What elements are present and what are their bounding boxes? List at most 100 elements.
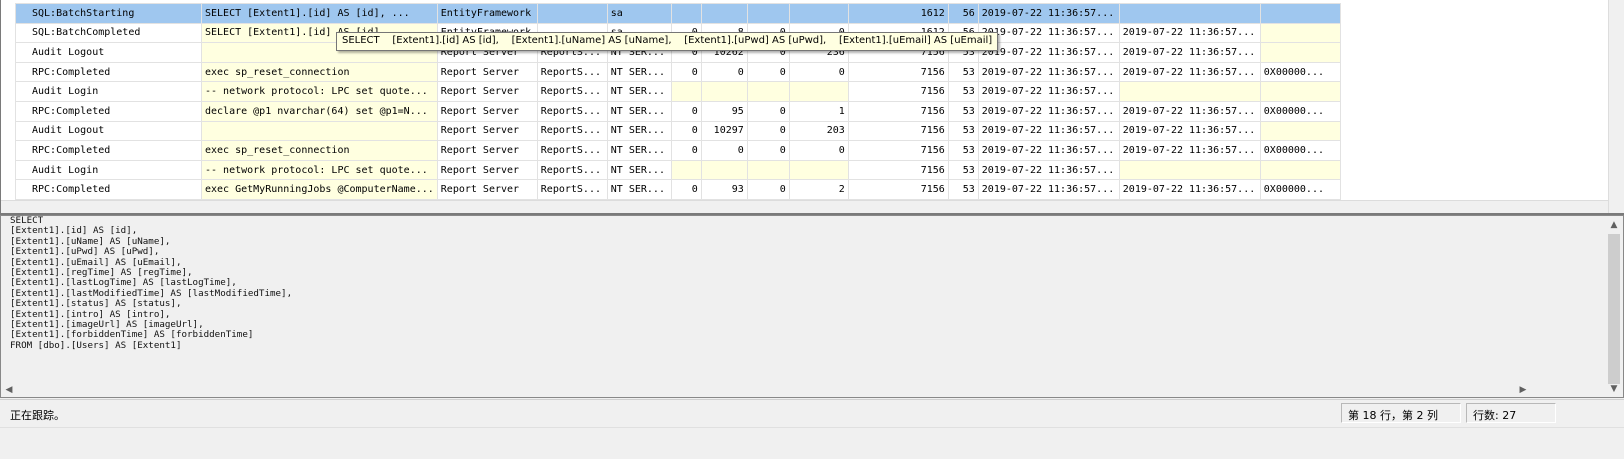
chevron-down-icon[interactable]: ▼: [1606, 381, 1622, 397]
table-row[interactable]: RPC:Completed exec GetMyRunningJobs @Comp…: [15, 179, 1341, 200]
table-cell-loginname[interactable]: NT SER...: [606, 100, 672, 122]
table-cell-cpu[interactable]: [670, 81, 702, 102]
table-cell-ntusername[interactable]: ReportS...: [536, 100, 608, 122]
table-cell-writes[interactable]: 0: [746, 179, 790, 200]
table-cell-starttime[interactable]: 2019-07-22 11:36:57...: [977, 42, 1120, 63]
table-cell-starttime[interactable]: 2019-07-22 11:36:57...: [977, 61, 1120, 83]
table-cell-reads[interactable]: 93: [700, 179, 748, 200]
table-cell-starttime[interactable]: 2019-07-22 11:36:57...: [977, 81, 1120, 102]
table-cell-cpu[interactable]: 0: [670, 179, 702, 200]
table-cell-ntusername[interactable]: ReportS...: [536, 140, 608, 161]
table-cell-ntusername[interactable]: ReportS...: [536, 120, 608, 142]
table-cell-applicationname[interactable]: Report Server: [436, 179, 538, 200]
table-cell-starttime[interactable]: 2019-07-22 11:36:57...: [977, 179, 1120, 200]
table-cell-eventclass[interactable]: RPC:Completed: [15, 179, 202, 200]
table-cell-duration[interactable]: 2: [788, 179, 849, 200]
table-cell-eventclass[interactable]: SQL:BatchCompleted: [15, 22, 202, 44]
table-cell-binarydata[interactable]: 0X00000...: [1259, 140, 1341, 161]
table-cell-textdata[interactable]: -- network protocol: LPC set quote...: [201, 81, 438, 102]
table-cell-binarydata[interactable]: [1259, 22, 1341, 44]
table-cell-reads[interactable]: 10297: [700, 120, 748, 142]
table-cell-applicationname[interactable]: Report Server: [436, 120, 538, 142]
table-cell-eventclass[interactable]: Audit Logout: [15, 42, 202, 63]
table-cell-duration[interactable]: 0: [788, 140, 849, 161]
table-cell-ntusername[interactable]: ReportS...: [536, 81, 608, 102]
table-cell-ntusername[interactable]: [536, 3, 608, 24]
table-row[interactable]: SQL:BatchStarting SELECT [Extent1].[id] A…: [15, 3, 1341, 24]
table-cell-endtime[interactable]: 2019-07-22 11:36:57...: [1118, 42, 1261, 63]
table-row[interactable]: RPC:Completed exec sp_reset_connection Rep…: [15, 140, 1341, 161]
table-cell-eventclass[interactable]: SQL:BatchStarting: [15, 3, 202, 24]
table-cell-eventclass[interactable]: Audit Login: [15, 81, 202, 102]
table-cell-writes[interactable]: [746, 3, 790, 24]
table-cell-spid[interactable]: 53: [947, 179, 979, 200]
table-cell-loginname[interactable]: sa: [606, 3, 672, 24]
table-cell-ntusername[interactable]: ReportS...: [536, 61, 608, 83]
table-cell-applicationname[interactable]: Report Server: [436, 159, 538, 181]
scrollbar-thumb[interactable]: [1608, 234, 1620, 384]
table-cell-clientprocessid[interactable]: 7156: [847, 179, 949, 200]
table-row[interactable]: RPC:Completed exec sp_reset_connection Rep…: [15, 61, 1341, 83]
table-cell-writes[interactable]: 0: [746, 140, 790, 161]
table-cell-spid[interactable]: 53: [947, 140, 979, 161]
table-cell-starttime[interactable]: 2019-07-22 11:36:57...: [977, 100, 1120, 122]
table-cell-textdata[interactable]: declare @p1 nvarchar(64) set @p1=N...: [201, 100, 438, 122]
table-cell-starttime[interactable]: 2019-07-22 11:36:57...: [977, 159, 1120, 181]
table-cell-spid[interactable]: 53: [947, 61, 979, 83]
table-row[interactable]: Audit Login -- network protocol: LPC set …: [15, 81, 1341, 102]
table-cell-clientprocessid[interactable]: 7156: [847, 61, 949, 83]
table-cell-applicationname[interactable]: Report Server: [436, 81, 538, 102]
table-cell-loginname[interactable]: NT SER...: [606, 140, 672, 161]
table-cell-eventclass[interactable]: RPC:Completed: [15, 61, 202, 83]
table-cell-eventclass[interactable]: Audit Login: [15, 159, 202, 181]
table-cell-binarydata[interactable]: [1259, 159, 1341, 181]
table-cell-loginname[interactable]: NT SER...: [606, 179, 672, 200]
table-cell-duration[interactable]: [788, 81, 849, 102]
table-cell-reads[interactable]: 95: [700, 100, 748, 122]
table-cell-eventclass[interactable]: Audit Logout: [15, 120, 202, 142]
table-cell-writes[interactable]: 0: [746, 100, 790, 122]
table-cell-binarydata[interactable]: [1259, 3, 1341, 24]
table-cell-writes[interactable]: [746, 159, 790, 181]
table-cell-textdata[interactable]: SELECT [Extent1].[id] AS [id], ...: [201, 3, 438, 24]
table-cell-spid[interactable]: 56: [947, 3, 979, 24]
table-cell-clientprocessid[interactable]: 7156: [847, 81, 949, 102]
table-cell-endtime[interactable]: 2019-07-22 11:36:57...: [1118, 22, 1261, 44]
chevron-up-icon[interactable]: ▲: [1606, 217, 1622, 233]
table-cell-reads[interactable]: [700, 81, 748, 102]
table-cell-endtime[interactable]: 2019-07-22 11:36:57...: [1118, 140, 1261, 161]
table-cell-textdata[interactable]: [201, 120, 438, 142]
table-cell-binarydata[interactable]: 0X00000...: [1259, 61, 1341, 83]
table-cell-clientprocessid[interactable]: 7156: [847, 159, 949, 181]
table-cell-eventclass[interactable]: RPC:Completed: [15, 140, 202, 161]
table-cell-writes[interactable]: 0: [746, 61, 790, 83]
table-cell-loginname[interactable]: NT SER...: [606, 61, 672, 83]
table-cell-textdata[interactable]: exec sp_reset_connection: [201, 140, 438, 161]
table-cell-eventclass[interactable]: RPC:Completed: [15, 100, 202, 122]
grid-vertical-scrollbar[interactable]: [1608, 0, 1624, 213]
table-cell-ntusername[interactable]: ReportS...: [536, 159, 608, 181]
table-cell-writes[interactable]: [746, 81, 790, 102]
table-cell-endtime[interactable]: 2019-07-22 11:36:57...: [1118, 179, 1261, 200]
table-cell-starttime[interactable]: 2019-07-22 11:36:57...: [977, 120, 1120, 142]
table-cell-endtime[interactable]: 2019-07-22 11:36:57...: [1118, 100, 1261, 122]
table-row[interactable]: RPC:Completed declare @p1 nvarchar(64) se…: [15, 100, 1341, 122]
table-cell-starttime[interactable]: 2019-07-22 11:36:57...: [977, 22, 1120, 44]
text-vertical-scrollbar[interactable]: ▲ ▼: [1606, 217, 1622, 397]
table-cell-loginname[interactable]: NT SER...: [606, 159, 672, 181]
table-cell-clientprocessid[interactable]: 1612: [847, 3, 949, 24]
table-cell-textdata[interactable]: -- network protocol: LPC set quote...: [201, 159, 438, 181]
table-cell-binarydata[interactable]: 0X00000...: [1259, 179, 1341, 200]
table-cell-starttime[interactable]: 2019-07-22 11:36:57...: [977, 3, 1120, 24]
table-cell-cpu[interactable]: 0: [670, 140, 702, 161]
table-cell-clientprocessid[interactable]: 7156: [847, 100, 949, 122]
table-cell-duration[interactable]: 203: [788, 120, 849, 142]
table-cell-loginname[interactable]: NT SER...: [606, 81, 672, 102]
table-cell-clientprocessid[interactable]: 7156: [847, 140, 949, 161]
table-cell-duration[interactable]: [788, 159, 849, 181]
table-row[interactable]: Audit Login -- network protocol: LPC set …: [15, 159, 1341, 181]
table-cell-reads[interactable]: [700, 3, 748, 24]
table-cell-cpu[interactable]: 0: [670, 120, 702, 142]
table-cell-binarydata[interactable]: 0X00000...: [1259, 100, 1341, 122]
table-cell-textdata[interactable]: exec GetMyRunningJobs @ComputerName...: [201, 179, 438, 200]
